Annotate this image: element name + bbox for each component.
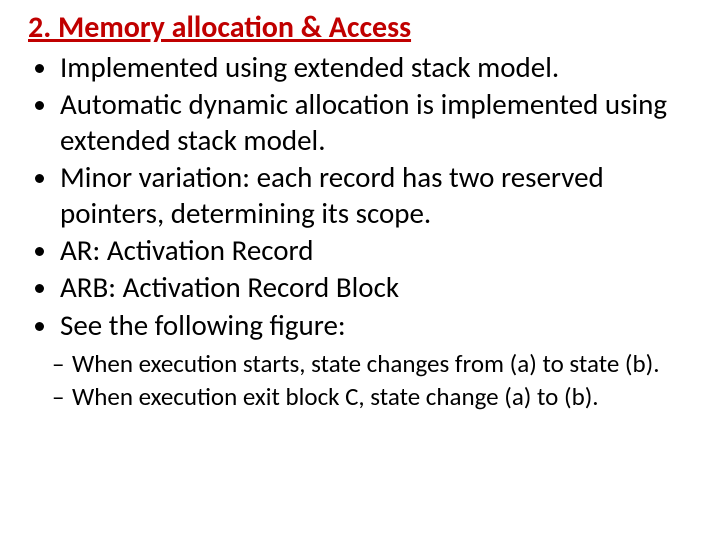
list-item: ARB: Activation Record Block [60, 270, 692, 305]
list-item: When execution exit block C, state chang… [52, 382, 692, 413]
list-item: Implemented using extended stack model. [60, 50, 692, 85]
list-item: Automatic dynamic allocation is implemen… [60, 87, 692, 158]
list-item: See the following figure: [60, 308, 692, 343]
list-item: Minor variation: each record has two res… [60, 160, 692, 231]
slide-title: 2. Memory allocation & Access [28, 10, 692, 46]
slide: 2. Memory allocation & Access Implemente… [0, 0, 720, 540]
list-item: AR: Activation Record [60, 233, 692, 268]
list-item: When execution starts, state changes fro… [52, 349, 692, 380]
main-bullet-list: Implemented using extended stack model. … [28, 50, 692, 343]
sub-bullet-list: When execution starts, state changes fro… [28, 349, 692, 412]
